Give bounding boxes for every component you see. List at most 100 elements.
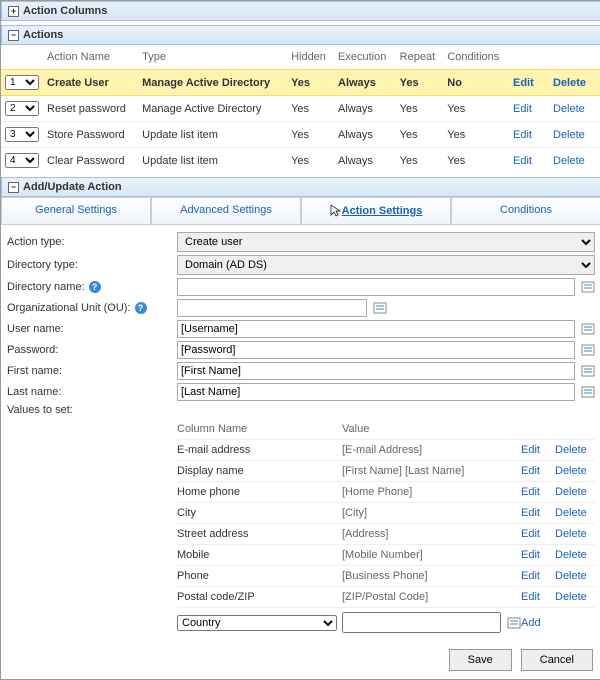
delete-link[interactable]: Delete [553, 129, 585, 141]
add-value-input[interactable] [342, 612, 501, 633]
order-select[interactable]: 2 [5, 101, 39, 116]
order-select[interactable]: 1 [5, 75, 39, 90]
cell-repeat: Yes [396, 148, 444, 174]
cell-execution: Always [334, 122, 396, 148]
delete-link[interactable]: Delete [553, 103, 585, 115]
token-picker-icon[interactable] [581, 280, 595, 294]
user-name-input[interactable] [177, 320, 575, 338]
edit-link[interactable]: Edit [521, 465, 540, 477]
directory-type-select[interactable]: Domain (AD DS) [177, 255, 595, 275]
password-input[interactable] [177, 341, 575, 359]
order-select[interactable]: 4 [5, 153, 39, 168]
directory-name-label: Directory name: [7, 281, 85, 293]
add-link[interactable]: Add [521, 617, 541, 629]
cell-action-name: Reset password [43, 96, 138, 122]
token-picker-icon[interactable] [373, 301, 387, 315]
edit-link[interactable]: Edit [513, 103, 532, 115]
expand-icon[interactable]: + [8, 6, 19, 17]
edit-link[interactable]: Edit [521, 570, 540, 582]
delete-link[interactable]: Delete [555, 591, 587, 603]
value-column-name: Home phone [177, 486, 342, 498]
token-picker-icon[interactable] [581, 343, 595, 357]
add-column-select[interactable]: Country [177, 615, 337, 631]
value-token: [First Name] [Last Name] [342, 465, 521, 477]
tab-advanced[interactable]: Advanced Settings [151, 197, 301, 224]
directory-name-input[interactable] [177, 278, 575, 296]
user-name-label: User name: [7, 323, 177, 335]
edit-link[interactable]: Edit [521, 549, 540, 561]
token-picker-icon[interactable] [581, 364, 595, 378]
values-row: E-mail address[E-mail Address]Edit Delete [177, 439, 595, 460]
cell-hidden: Yes [287, 148, 334, 174]
section-actions[interactable]: − Actions [1, 25, 600, 45]
cell-repeat: Yes [396, 70, 444, 96]
delete-link[interactable]: Delete [553, 155, 585, 167]
section-title: Actions [23, 29, 63, 41]
action-type-select[interactable]: Create user [177, 232, 595, 252]
col-repeat: Repeat [396, 45, 444, 70]
collapse-icon[interactable]: − [8, 182, 19, 193]
save-button[interactable]: Save [449, 649, 512, 671]
tab-conditions[interactable]: Conditions [451, 197, 600, 224]
token-picker-icon[interactable] [581, 385, 595, 399]
value-token: [E-mail Address] [342, 444, 521, 456]
tab-general[interactable]: General Settings [1, 197, 151, 224]
delete-link[interactable]: Delete [555, 549, 587, 561]
edit-link[interactable]: Edit [513, 155, 532, 167]
settings-tabs: General Settings Advanced Settings Actio… [1, 197, 600, 225]
cell-conditions: Yes [443, 96, 509, 122]
delete-link[interactable]: Delete [555, 507, 587, 519]
value-token: [Home Phone] [342, 486, 521, 498]
section-add-update[interactable]: − Add/Update Action [1, 177, 600, 197]
values-col-name: Column Name [177, 423, 342, 435]
help-icon[interactable]: ? [89, 281, 101, 293]
table-row[interactable]: 4Clear PasswordUpdate list itemYesAlways… [1, 148, 600, 174]
cell-execution: Always [334, 148, 396, 174]
edit-link[interactable]: Edit [513, 77, 534, 89]
table-row[interactable]: 1Create UserManage Active DirectoryYesAl… [1, 70, 600, 96]
edit-link[interactable]: Edit [521, 444, 540, 456]
last-name-label: Last name: [7, 386, 177, 398]
delete-link[interactable]: Delete [555, 570, 587, 582]
value-column-name: E-mail address [177, 444, 342, 456]
edit-link[interactable]: Edit [513, 129, 532, 141]
edit-link[interactable]: Edit [521, 591, 540, 603]
ou-input[interactable] [177, 299, 367, 317]
cancel-button[interactable]: Cancel [521, 649, 593, 671]
action-type-label: Action type: [7, 236, 177, 248]
token-picker-icon[interactable] [507, 616, 521, 630]
password-label: Password: [7, 344, 177, 356]
collapse-icon[interactable]: − [8, 30, 19, 41]
edit-link[interactable]: Edit [521, 528, 540, 540]
value-token: [Address] [342, 528, 521, 540]
order-select[interactable]: 3 [5, 127, 39, 142]
cell-conditions: Yes [443, 122, 509, 148]
cell-execution: Always [334, 96, 396, 122]
table-row[interactable]: 3Store PasswordUpdate list itemYesAlways… [1, 122, 600, 148]
delete-link[interactable]: Delete [555, 486, 587, 498]
values-row: Street address[Address]EditDelete [177, 523, 595, 544]
cell-conditions: Yes [443, 148, 509, 174]
token-picker-icon[interactable] [581, 322, 595, 336]
col-type: Type [138, 45, 287, 70]
edit-link[interactable]: Edit [521, 507, 540, 519]
help-icon[interactable]: ? [135, 302, 147, 314]
delete-link[interactable]: Delete [555, 528, 587, 540]
values-row: Home phone[Home Phone]Edit Delete [177, 481, 595, 502]
edit-link[interactable]: Edit [521, 486, 540, 498]
delete-link[interactable]: Delete [555, 444, 587, 456]
tab-action[interactable]: Action Settings [301, 197, 451, 224]
last-name-input[interactable] [177, 383, 575, 401]
cell-action-name: Clear Password [43, 148, 138, 174]
directory-type-label: Directory type: [7, 259, 177, 271]
col-action-name: Action Name [43, 45, 138, 70]
delete-link[interactable]: Delete [553, 77, 586, 89]
first-name-input[interactable] [177, 362, 575, 380]
section-title: Add/Update Action [23, 181, 122, 193]
section-action-columns[interactable]: + Action Columns [1, 1, 600, 21]
cell-repeat: Yes [396, 122, 444, 148]
table-row[interactable]: 2Reset passwordManage Active DirectoryYe… [1, 96, 600, 122]
value-token: [Mobile Number] [342, 549, 521, 561]
section-title: Action Columns [23, 5, 107, 17]
delete-link[interactable]: Delete [555, 465, 587, 477]
